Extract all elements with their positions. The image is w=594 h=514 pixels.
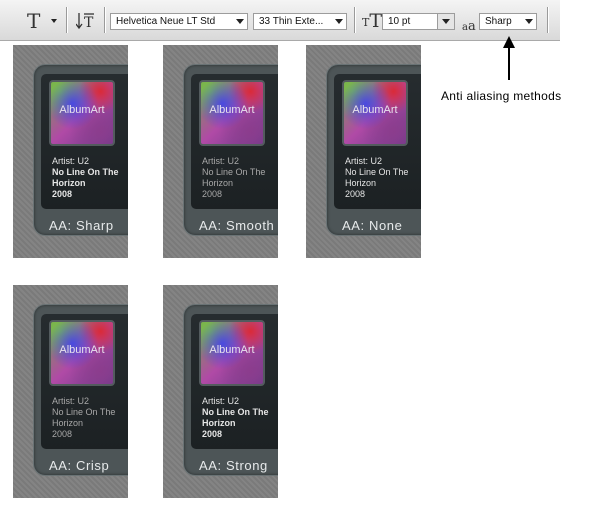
artist-text: Artist: U2 [52, 396, 90, 406]
album-card-smooth: AlbumArt Artist: U2 No Line On The Horiz… [163, 45, 278, 258]
aa-mode-label: AA: None [342, 218, 403, 233]
aa-mode-label: AA: Sharp [49, 218, 114, 233]
anti-alias-select[interactable]: Sharp [479, 13, 537, 30]
font-family-value: Helvetica Neue LT Std [116, 16, 216, 27]
year-text: 2008 [202, 429, 223, 439]
album-art-label: AlbumArt [209, 104, 255, 116]
callout-label: Anti aliasing methods [441, 89, 562, 103]
title-text-line2: Horizon [202, 418, 236, 428]
artist-text: Artist: U2 [345, 156, 383, 166]
chevron-down-icon [442, 19, 450, 24]
title-text: No Line On The [52, 407, 116, 417]
aa-mode-label: AA: Smooth [199, 218, 275, 233]
artist-text: Artist: U2 [52, 156, 90, 166]
year-text: 2008 [52, 429, 73, 439]
title-text-line2: Horizon [52, 418, 84, 428]
title-text: No Line On The [345, 167, 409, 177]
type-tool-icon[interactable]: T [27, 9, 40, 33]
tool-preset-chevron-down-icon[interactable] [51, 19, 57, 23]
title-text-line2: Horizon [345, 178, 377, 188]
year-text: 2008 [202, 189, 223, 199]
font-size-value: 10 pt [388, 16, 411, 27]
anti-alias-icon: aa [462, 19, 476, 34]
font-style-select[interactable]: 33 Thin Exte... [253, 13, 347, 30]
chevron-down-icon [525, 19, 533, 24]
title-text: No Line On The [52, 167, 119, 177]
album-art-label: AlbumArt [209, 344, 255, 356]
font-size-dropdown-button[interactable] [437, 14, 454, 29]
anti-alias-value: Sharp [485, 16, 512, 27]
album-art-image: AlbumArt [342, 80, 408, 146]
album-art-label: AlbumArt [352, 104, 398, 116]
album-art-label: AlbumArt [59, 344, 105, 356]
aa-mode-label: AA: Strong [199, 458, 268, 473]
title-text: No Line On The [202, 167, 266, 177]
album-art-image: AlbumArt [49, 80, 115, 146]
chevron-down-icon [236, 19, 244, 24]
callout-arrow-line [508, 47, 510, 80]
font-family-select[interactable]: Helvetica Neue LT Std [110, 13, 248, 30]
album-card-none: AlbumArt Artist: U2 No Line On The Horiz… [306, 45, 421, 258]
aa-mode-label: AA: Crisp [49, 458, 110, 473]
album-art-label: AlbumArt [59, 104, 105, 116]
artist-text: Artist: U2 [202, 396, 240, 406]
font-style-value: 33 Thin Exte... [259, 16, 324, 27]
svg-text:T: T [84, 15, 94, 31]
text-orientation-toggle-icon[interactable]: T [75, 11, 96, 31]
album-art-image: AlbumArt [199, 320, 265, 386]
title-text: No Line On The [202, 407, 269, 417]
chevron-down-icon [335, 19, 343, 24]
album-art-image: AlbumArt [49, 320, 115, 386]
album-card-strong: AlbumArt Artist: U2 No Line On The Horiz… [163, 285, 278, 498]
title-text-line2: Horizon [52, 178, 86, 188]
album-art-image: AlbumArt [199, 80, 265, 146]
year-text: 2008 [52, 189, 73, 199]
album-card-sharp: AlbumArt Artist: U2 No Line On The Horiz… [13, 45, 128, 258]
album-card-crisp: AlbumArt Artist: U2 No Line On The Horiz… [13, 285, 128, 498]
year-text: 2008 [345, 189, 366, 199]
artist-text: Artist: U2 [202, 156, 240, 166]
title-text-line2: Horizon [202, 178, 234, 188]
font-size-icon: TT [362, 10, 383, 32]
text-options-toolbar: T T Helvetica Neue LT Std 33 Thin Exte..… [0, 0, 560, 41]
font-size-field[interactable]: 10 pt [382, 13, 455, 30]
